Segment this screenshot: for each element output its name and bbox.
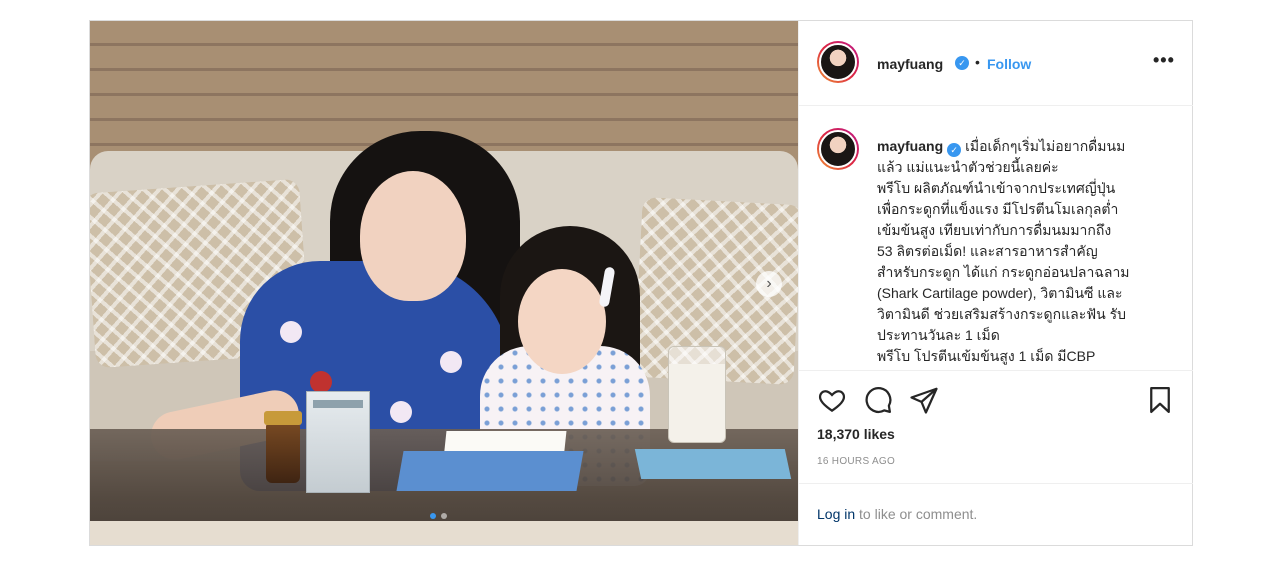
table-edge	[90, 521, 798, 545]
share-icon[interactable]	[909, 385, 939, 415]
verified-badge-icon: ✓	[955, 56, 969, 70]
avatar-image	[819, 43, 857, 81]
avatar[interactable]	[817, 41, 859, 83]
carousel-dots	[430, 513, 447, 519]
more-options-icon[interactable]: •••	[1153, 50, 1175, 71]
product-box	[306, 391, 370, 493]
action-bar	[799, 379, 1193, 419]
post-side-panel: mayfuang ✓ • Follow ••• mayfuang ✓ เมื่อเด…	[798, 21, 1193, 545]
girl-face	[518, 269, 606, 374]
follow-button[interactable]: Follow	[987, 56, 1031, 72]
likes-count[interactable]: 18,370 likes	[817, 426, 895, 442]
book	[634, 449, 792, 479]
login-rest-text: to like or comment.	[855, 506, 978, 522]
verified-badge-icon: ✓	[947, 143, 962, 157]
post-timestamp[interactable]: 16 HOURS AGO	[817, 456, 895, 467]
caption-line: พรีโบ ผลิตภัณฑ์นำเข้าจากประเทศญี่ปุ่น	[877, 180, 1116, 196]
carousel-dot	[430, 513, 436, 519]
caption-username[interactable]: mayfuang	[877, 138, 943, 154]
post-header: mayfuang ✓ • Follow •••	[799, 21, 1193, 106]
dress-flower	[310, 371, 332, 393]
chevron-right-icon[interactable]: ›	[756, 271, 782, 297]
bookmark-icon[interactable]	[1145, 385, 1175, 415]
caption-line: สำหรับกระดูก ได้แก่ กระดูกอ่อนปลาฉลาม	[877, 264, 1130, 280]
username[interactable]: mayfuang	[877, 56, 943, 72]
caption-line: เข้มข้นสูง เทียบเท่ากับการดื่มนมมากถึง	[877, 222, 1112, 238]
box-label	[313, 400, 363, 408]
dress-flower	[280, 321, 302, 343]
dress-flower	[440, 351, 462, 373]
login-prompt: Log in to like or comment.	[799, 483, 1193, 546]
separator-dot: •	[975, 54, 980, 70]
login-text: Log in to like or comment.	[817, 506, 977, 522]
instagram-post: › mayfuang ✓ • Follow ••• mayfuang ✓ เมื่อ…	[89, 20, 1193, 546]
caption-line: วิตามินดี ช่วยเสริมสร้างกระดูกและฟัน รับ	[877, 306, 1126, 322]
avatar[interactable]	[817, 128, 859, 170]
caption-line: ประทานวันละ 1 เม็ด	[877, 327, 1000, 343]
comment-icon[interactable]	[863, 385, 893, 415]
post-photo[interactable]: ›	[90, 21, 798, 545]
caption-line: พรีโบ โปรตีนเข้มข้นสูง 1 เม็ด มีCBP	[877, 348, 1096, 364]
caption: mayfuang ✓ เมื่อเด็กๆเริ่มไม่อยากดื่มนม แล…	[877, 136, 1167, 367]
caption-line: เมื่อเด็กๆเริ่มไม่อยากดื่มนม	[965, 138, 1126, 154]
caption-line: เพื่อกระดูกที่แข็งแรง มีโปรตีนโมเลกุลต่ำ	[877, 201, 1119, 217]
bottle-cap	[264, 411, 302, 425]
avatar-image	[819, 130, 857, 168]
heart-icon[interactable]	[817, 385, 847, 415]
caption-line: 53 ลิตรต่อเม็ด! และสารอาหารสำคัญ	[877, 243, 1098, 259]
milk-glass	[668, 346, 726, 443]
coloring-book	[396, 451, 584, 491]
supplement-bottle	[264, 411, 302, 483]
mother-face	[360, 171, 466, 301]
dress-flower	[390, 401, 412, 423]
caption-line: (Shark Cartilage powder), วิตามินซี และ	[877, 285, 1123, 301]
caption-area[interactable]: mayfuang ✓ เมื่อเด็กๆเริ่มไม่อยากดื่มนม แล…	[799, 106, 1193, 371]
caption-line: แล้ว แม่แนะนำตัวช่วยนี้เลยค่ะ	[877, 159, 1059, 175]
carousel-dot	[441, 513, 447, 519]
login-link[interactable]: Log in	[817, 506, 855, 522]
